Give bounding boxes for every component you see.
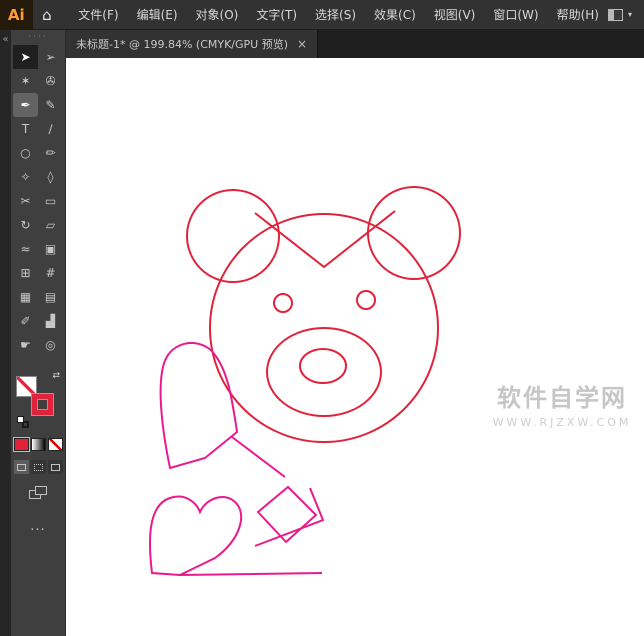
direct-selection-tool[interactable]: ➢ — [38, 45, 63, 69]
none-button[interactable] — [47, 438, 63, 451]
scale-tool[interactable]: ▱ — [38, 213, 63, 237]
menu-item-5[interactable]: 效果(C) — [365, 0, 425, 30]
document-tab-title: 未标题-1* @ 199.84% (CMYK/GPU 预览) — [76, 38, 288, 51]
eraser-tool[interactable]: ◊ — [38, 165, 63, 189]
illustrator-logo: Ai — [0, 0, 33, 30]
perspective-grid-tool[interactable]: # — [38, 261, 63, 285]
menu-items: 文件(F) 编辑(E) 对象(O) 文字(T) 选择(S) 效果(C) 视图(V) 窗口(W)… — [69, 0, 608, 30]
toolbar: ···· ➤ ➢ ✶ ✇ ✒ ✎ T ∕ ○ ✏ ✧ ◊ ✂ ▭ ↻ ▱ ≈ ▣ ⊞ # ▦ ▤ ✐ ▟ ☛ ◎ ⇄ — [11, 30, 65, 636]
color-button[interactable] — [13, 438, 29, 451]
pen-tool[interactable]: ✒ — [13, 93, 38, 117]
drawing-mode-buttons — [13, 460, 63, 474]
bear-muzzle[interactable] — [266, 327, 382, 417]
workspace-switcher[interactable]: ▾ — [607, 8, 644, 21]
draw-normal-button[interactable] — [13, 460, 29, 474]
selection-tool[interactable]: ➤ — [13, 45, 38, 69]
mesh-tool[interactable]: ▦ — [13, 285, 38, 309]
rotate-tool[interactable]: ↻ — [13, 213, 38, 237]
menu-item-1[interactable]: 编辑(E) — [128, 0, 187, 30]
lasso-tool[interactable]: ✇ — [38, 69, 63, 93]
bear-nose[interactable] — [299, 348, 347, 384]
shape-builder-tool[interactable]: ⊞ — [13, 261, 38, 285]
menu-item-3[interactable]: 文字(T) — [247, 0, 306, 30]
color-type-buttons — [13, 438, 63, 451]
collapse-panel-icon[interactable]: « — [2, 34, 8, 45]
hand-heart-shape[interactable] — [148, 495, 243, 577]
width-tool[interactable]: ≈ — [13, 237, 38, 261]
magic-wand-tool[interactable]: ✶ — [13, 69, 38, 93]
screen-mode-button[interactable] — [29, 486, 47, 501]
graph-tool[interactable]: ▟ — [38, 309, 63, 333]
eyedropper-tool[interactable]: ✐ — [13, 309, 38, 333]
bear-ear-right[interactable] — [367, 186, 461, 280]
panel-collapse-strip: « — [0, 30, 11, 636]
hand-drawing — [148, 342, 325, 577]
swap-fill-stroke-icon[interactable]: ⇄ — [52, 371, 60, 381]
menu-item-7[interactable]: 窗口(W) — [484, 0, 547, 30]
toolbar-drag-handle[interactable]: ···· — [28, 32, 47, 45]
shaper-tool[interactable]: ✧ — [13, 165, 38, 189]
artboard-canvas[interactable]: 软件自学网 WWW.RJZXW.COM — [66, 58, 644, 636]
pencil-tool[interactable]: ✏ — [38, 141, 63, 165]
tool-grid: ➤ ➢ ✶ ✇ ✒ ✎ T ∕ ○ ✏ ✧ ◊ ✂ ▭ ↻ ▱ ≈ ▣ ⊞ # ▦ ▤ ✐ ▟ ☛ ◎ — [13, 45, 63, 357]
default-fill-mini-icon[interactable] — [17, 416, 24, 423]
home-icon[interactable]: ⌂ — [33, 0, 62, 30]
tools-panel: « ···· ➤ ➢ ✶ ✇ ✒ ✎ T ∕ ○ ✏ ✧ ◊ ✂ ▭ ↻ ▱ ≈ ▣ ⊞ # ▦ ▤ ✐ ▟ ☛ ◎ ⇄ — [0, 30, 66, 636]
document-tabbar: 未标题-1* @ 199.84% (CMYK/GPU 预览) × — [66, 30, 644, 58]
free-transform-tool[interactable]: ▣ — [38, 237, 63, 261]
menu-item-0[interactable]: 文件(F) — [69, 0, 127, 30]
ellipse-tool[interactable]: ○ — [13, 141, 38, 165]
screen-mode-icon-overlay — [35, 486, 47, 495]
chevron-down-icon: ▾ — [627, 10, 632, 19]
gradient-tool[interactable]: ▤ — [38, 285, 63, 309]
menu-item-8[interactable]: 帮助(H) — [548, 0, 608, 30]
bear-ear-left[interactable] — [186, 189, 280, 283]
watermark-site-url: WWW.RJZXW.COM — [492, 416, 632, 429]
hand-tool[interactable]: ☛ — [13, 333, 38, 357]
edit-toolbar-ellipsis[interactable]: ··· — [30, 523, 45, 538]
menubar: Ai ⌂ 文件(F) 编辑(E) 对象(O) 文字(T) 选择(S) 效果(C) 视图(V)… — [0, 0, 644, 30]
menu-item-2[interactable]: 对象(O) — [187, 0, 248, 30]
hand-baseline[interactable] — [179, 572, 323, 576]
draw-behind-button[interactable] — [30, 460, 46, 474]
menu-item-4[interactable]: 选择(S) — [306, 0, 365, 30]
scissors-tool[interactable]: ✂ — [13, 189, 38, 213]
gradient-button[interactable] — [30, 438, 46, 451]
hand-finger-shape[interactable] — [159, 342, 239, 470]
close-tab-icon[interactable]: × — [297, 37, 307, 51]
bear-eye-left[interactable] — [273, 293, 293, 313]
watermark-site-name: 软件自学网 — [497, 383, 627, 412]
workspace-layout-icon — [607, 8, 623, 21]
paintbrush-tool[interactable]: ✎ — [38, 93, 63, 117]
zoom-tool[interactable]: ◎ — [38, 333, 63, 357]
menu-item-6[interactable]: 视图(V) — [425, 0, 485, 30]
draw-inside-button[interactable] — [47, 460, 63, 474]
type-tool[interactable]: T — [13, 117, 38, 141]
watermark: 软件自学网 WWW.RJZXW.COM — [466, 378, 644, 429]
bear-drawing — [186, 186, 461, 443]
hand-diagonal-line[interactable] — [231, 436, 286, 478]
line-segment-tool[interactable]: ∕ — [38, 117, 63, 141]
fill-stroke-controls: ⇄ — [15, 371, 61, 429]
artboard-tool[interactable]: ▭ — [38, 189, 63, 213]
stroke-swatch-red[interactable] — [32, 394, 53, 415]
bear-eye-right[interactable] — [356, 290, 376, 310]
artwork — [148, 186, 461, 577]
document-tab[interactable]: 未标题-1* @ 199.84% (CMYK/GPU 预览) × — [66, 30, 319, 58]
